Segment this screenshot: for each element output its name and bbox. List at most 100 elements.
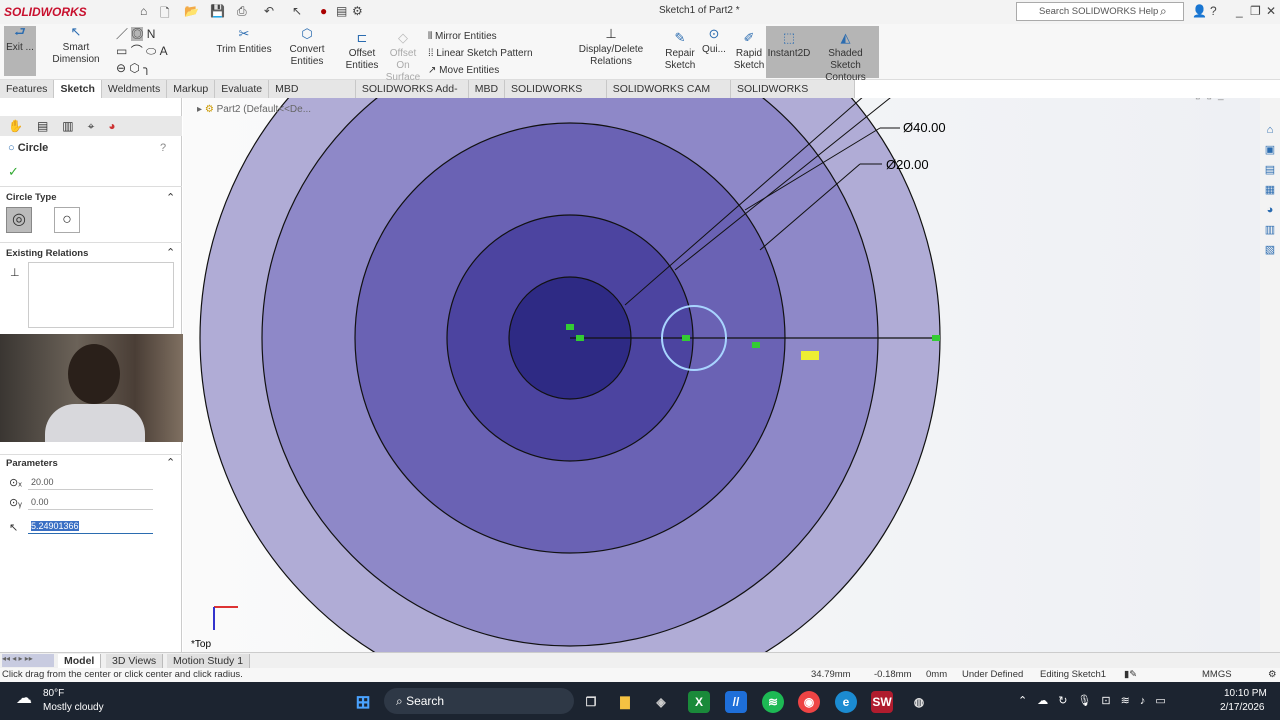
radius-field[interactable]: 5.24901366 bbox=[28, 518, 153, 534]
tab-addins[interactable]: SOLIDWORKS Add-Ins bbox=[356, 80, 469, 113]
search-icon[interactable]: ⌕ bbox=[1160, 4, 1167, 19]
shaded-sketch-contours-button[interactable]: ◭ Shaded Sketch Contours bbox=[812, 26, 879, 83]
instant2d-button[interactable]: ⬚ Instant2D bbox=[766, 26, 812, 78]
tab-markup[interactable]: Markup bbox=[167, 80, 216, 98]
start-icon[interactable]: ⊞ bbox=[352, 691, 374, 713]
linear-pattern-button[interactable]: ⁞⁞ Linear Sketch Pattern bbox=[428, 45, 558, 62]
center-radius-circle-button[interactable]: ◎ bbox=[6, 207, 32, 233]
undo-icon[interactable]: ↶ bbox=[264, 4, 274, 18]
home-icon[interactable]: ⌂ bbox=[140, 4, 147, 18]
file-properties-icon[interactable]: ▤ bbox=[336, 4, 347, 18]
options-gear-icon[interactable]: ⚙ bbox=[352, 4, 363, 18]
offset-entities-button[interactable]: ⊏ Offset Entities bbox=[344, 31, 380, 72]
close-icon[interactable]: ✕ bbox=[1266, 4, 1276, 18]
tab-evaluate[interactable]: Evaluate bbox=[215, 80, 270, 98]
tab-motion-study[interactable]: Motion Study 1 bbox=[167, 654, 251, 668]
display-tab-icon[interactable]: ◕ bbox=[108, 119, 129, 133]
help-icon[interactable]: ? bbox=[1210, 4, 1217, 18]
sketch-point[interactable] bbox=[932, 335, 940, 341]
chrome-icon[interactable]: ◉ bbox=[798, 691, 820, 713]
move-entities-button[interactable]: ↗ Move Entities bbox=[428, 62, 558, 79]
feature-tree-tab-icon[interactable]: ✋ bbox=[8, 119, 37, 133]
viewport-window-controls[interactable]: ▯▯_❐✕ bbox=[1195, 98, 1259, 101]
repair-sketch-button[interactable]: ✎ Repair Sketch bbox=[664, 31, 696, 72]
rebuild-status-icon[interactable]: ▮✎ bbox=[1124, 668, 1137, 682]
tab-3d-views[interactable]: 3D Views bbox=[106, 654, 164, 668]
config-tab-icon[interactable]: ▥ bbox=[62, 119, 87, 133]
units-selector[interactable]: MMGS bbox=[1202, 668, 1232, 682]
task-view-icon[interactable]: ❐ bbox=[580, 691, 602, 713]
display-delete-relations-button[interactable]: ⊥ Display/Delete Relations bbox=[560, 27, 662, 68]
tab-weldments[interactable]: Weldments bbox=[102, 80, 168, 98]
xbox-icon[interactable]: X bbox=[688, 691, 710, 713]
edge-icon[interactable]: e bbox=[835, 691, 857, 713]
dimxpert-tab-icon[interactable]: ⌖ bbox=[88, 119, 109, 133]
clock-date[interactable]: 2/17/2026 bbox=[1220, 702, 1265, 713]
rapid-sketch-button[interactable]: ✐ Rapid Sketch bbox=[732, 31, 766, 72]
tab-cam[interactable]: SOLIDWORKS CAM bbox=[505, 80, 607, 113]
customize-icon[interactable]: ⚙ bbox=[1268, 668, 1277, 682]
smart-dimension-button[interactable]: ↖ Smart Dimension bbox=[40, 25, 112, 66]
open-icon[interactable]: 📂 bbox=[184, 4, 199, 18]
system-tray-icons[interactable]: ⌃☁↻🎙⊡≋♪▭ bbox=[1018, 694, 1176, 707]
mirror-entities-button[interactable]: ⫴ Mirror Entities bbox=[428, 28, 558, 45]
tab-mbd-dimensions[interactable]: MBD Dimensions bbox=[269, 80, 356, 113]
arc-icon[interactable]: ⌒ bbox=[131, 44, 143, 58]
dimension-20[interactable]: Ø20.00 bbox=[886, 157, 929, 172]
dimension-40[interactable]: Ø40.00 bbox=[903, 120, 946, 135]
convert-entities-button[interactable]: ⬡ Convert Entities bbox=[274, 27, 340, 68]
clock-time[interactable]: 10:10 PM bbox=[1224, 688, 1267, 699]
slot-icon[interactable]: ⊖ bbox=[116, 61, 126, 75]
app-blue-icon[interactable]: // bbox=[725, 691, 747, 713]
tab-features[interactable]: Features bbox=[0, 80, 55, 98]
new-icon[interactable]: 🗋 bbox=[160, 4, 170, 25]
save-icon[interactable]: 💾 bbox=[210, 4, 225, 18]
minimize-icon[interactable]: _ bbox=[1236, 4, 1243, 18]
fillet-icon[interactable]: ╮ bbox=[143, 61, 150, 75]
center-x-field[interactable]: 20.00 bbox=[28, 474, 153, 490]
center-y-field[interactable]: 0.00 bbox=[28, 494, 153, 510]
offset-on-surface-button[interactable]: ◇ Offset On Surface bbox=[382, 31, 424, 84]
tab-model[interactable]: Model bbox=[58, 654, 102, 668]
relations-list[interactable] bbox=[28, 262, 174, 328]
sketch-point[interactable] bbox=[566, 324, 574, 330]
weather-desc[interactable]: Mostly cloudy bbox=[43, 702, 104, 713]
user-icon[interactable]: 👤 bbox=[1192, 4, 1207, 18]
collapse-icon[interactable]: ⌃ bbox=[166, 191, 175, 204]
ok-check-icon[interactable]: ✓ bbox=[8, 164, 19, 180]
graphics-area[interactable]: ▸ ⚙ Part2 (Default<<De... Ø40.00 Ø20.00 … bbox=[183, 98, 1260, 652]
text-icon[interactable]: A bbox=[160, 44, 168, 58]
help-search-input[interactable]: Search SOLIDWORKS Help bbox=[1016, 2, 1184, 21]
sketch-canvas[interactable] bbox=[183, 98, 1260, 652]
exit-sketch-button[interactable]: ⮐ Exit ... bbox=[4, 25, 36, 76]
rectangle-icon[interactable]: ▭ bbox=[116, 44, 127, 58]
sketch-point[interactable] bbox=[576, 335, 584, 341]
circle-tool-icon[interactable]: ◎ bbox=[131, 27, 144, 41]
quick-snaps-button[interactable]: ⊙ Qui... bbox=[700, 27, 728, 56]
feature-tree-flyout[interactable]: ▸ ⚙ Part2 (Default<<De... bbox=[197, 104, 311, 115]
manager-tabs[interactable]: ✋▤▥⌖◕ bbox=[0, 116, 182, 136]
solidworks-taskbar-icon[interactable]: SW bbox=[871, 691, 893, 713]
ellipse-icon[interactable]: ⬭ bbox=[146, 44, 156, 58]
sketch-point[interactable] bbox=[682, 335, 690, 341]
obs-icon[interactable]: ◍ bbox=[908, 691, 930, 713]
collapse-icon[interactable]: ⌃ bbox=[166, 246, 175, 259]
restore-icon[interactable]: ❐ bbox=[1250, 4, 1261, 18]
tab-inspection[interactable]: SOLIDWORKS Inspection bbox=[731, 80, 855, 113]
weather-temp[interactable]: 80°F bbox=[43, 688, 64, 699]
task-pane-icons[interactable]: ⌂ ▣ ▤ ▦ ◕ ▥ ▧ bbox=[1260, 98, 1280, 260]
tab-cam-tbm[interactable]: SOLIDWORKS CAM TBM bbox=[607, 80, 732, 113]
app-icon[interactable]: ◈ bbox=[650, 691, 672, 713]
perimeter-circle-button[interactable]: ○ bbox=[54, 207, 80, 233]
sketch-point[interactable] bbox=[752, 342, 760, 348]
print-icon[interactable]: ⎙ bbox=[237, 4, 247, 19]
polygon-icon[interactable]: ⬡ bbox=[129, 61, 139, 75]
spotify-icon[interactable]: ≋ bbox=[762, 691, 784, 713]
spline-icon[interactable]: Ν bbox=[147, 27, 156, 41]
rebuild-icon[interactable]: ● bbox=[320, 4, 327, 18]
tab-scroll-arrows[interactable]: ◂◂ ◂ ▸ ▸▸ bbox=[2, 654, 54, 667]
line-icon[interactable]: ／ bbox=[116, 27, 128, 41]
sketch-tools-group[interactable]: ／ ◎ Ν ▭ ⌒ ⬭ A ⊖ ⬡ ╮ bbox=[116, 26, 211, 77]
select-icon[interactable]: ↖ bbox=[292, 4, 302, 18]
property-manager-tab-icon[interactable]: ▤ bbox=[37, 119, 62, 133]
